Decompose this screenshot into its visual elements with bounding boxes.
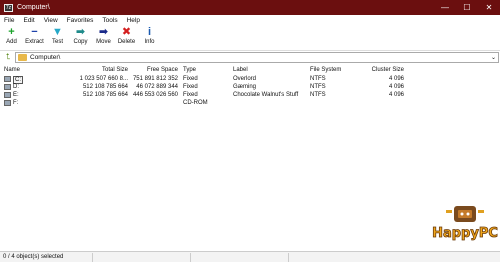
hard-drive-icon: [4, 76, 11, 82]
maximize-button[interactable]: ☐: [456, 0, 478, 15]
move-button[interactable]: ➡ Move: [92, 26, 115, 50]
delete-icon: ✖: [121, 26, 132, 38]
extract-icon: −: [31, 26, 38, 38]
delete-button[interactable]: ✖ Delete: [115, 26, 138, 50]
cell-total: 512 108 785 664: [82, 92, 128, 98]
cell-type: Fixed: [183, 76, 198, 82]
cell-cluster: 4 096: [388, 92, 404, 98]
cell-cluster: 4 096: [388, 76, 404, 82]
status-divider: [190, 253, 191, 262]
cell-free: 46 072 889 344: [136, 84, 178, 90]
cd-drive-icon: [4, 100, 11, 106]
toolbar-label: Move: [96, 39, 111, 45]
drive-list: Name Total Size Free Space Type Label Fi…: [0, 64, 500, 251]
menu-tools[interactable]: Tools: [98, 17, 122, 24]
minimize-button[interactable]: —: [434, 0, 456, 15]
toolbar-label: Info: [144, 39, 155, 45]
cell-type: CD-ROM: [183, 100, 208, 106]
toolbar-label: Delete: [117, 39, 136, 45]
cell-total: 512 108 785 664: [82, 84, 128, 90]
folder-icon: [18, 54, 27, 61]
cell-cluster: 4 096: [388, 84, 404, 90]
cell-name: D:: [13, 84, 19, 90]
menu-edit[interactable]: Edit: [19, 17, 39, 24]
copy-icon: ➡: [75, 26, 86, 38]
hard-drive-icon: [4, 84, 11, 90]
window-title: Computer\: [17, 4, 50, 11]
toolbar-label: Add: [6, 39, 17, 45]
cell-name: F:: [13, 100, 19, 106]
chevron-down-icon[interactable]: ⌄: [491, 54, 496, 61]
test-button[interactable]: ▼ Test: [46, 26, 69, 50]
window-controls: — ☐ ✕: [434, 0, 500, 15]
cell-free: 751 891 812 352: [132, 76, 178, 82]
menu-file[interactable]: File: [0, 17, 19, 24]
cell-fs: NTFS: [310, 76, 326, 82]
cell-type: Fixed: [183, 92, 198, 98]
cell-label: Overlord: [233, 76, 257, 82]
cell-total: 1 023 507 660 8...: [79, 76, 128, 82]
column-header-total-size[interactable]: Total Size: [102, 67, 128, 73]
cell-fs: NTFS: [310, 84, 326, 90]
toolbar: + Add − Extract ▼ Test ➡ Copy ➡ Move ✖ Delete i Info: [0, 26, 500, 50]
up-folder-icon[interactable]: ⮤: [3, 52, 13, 62]
list-header: Name Total Size Free Space Type Label Fi…: [0, 66, 500, 75]
move-icon: ➡: [98, 26, 109, 38]
menu-bar: File Edit View Favorites Tools Help: [0, 15, 500, 26]
toolbar-label: Extract: [25, 39, 44, 45]
column-header-cluster-size[interactable]: Cluster Size: [372, 67, 404, 73]
status-divider: [288, 253, 289, 262]
test-icon: ▼: [52, 26, 63, 38]
copy-button[interactable]: ➡ Copy: [69, 26, 92, 50]
toolbar-label: Copy: [73, 39, 88, 45]
column-header-label[interactable]: Label: [233, 67, 248, 73]
status-text: 0 / 4 object(s) selected: [3, 254, 64, 260]
address-path: Computer\: [30, 54, 61, 61]
cell-free: 446 553 026 560: [132, 92, 178, 98]
column-header-name[interactable]: Name: [4, 67, 20, 73]
toolbar-label: Test: [51, 39, 63, 45]
title-bar: 7z Computer\ — ☐ ✕: [0, 0, 500, 15]
app-icon: 7z: [4, 3, 13, 12]
address-bar: ⮤ Computer\ ⌄: [0, 50, 500, 63]
cell-type: Fixed: [183, 84, 198, 90]
menu-favorites[interactable]: Favorites: [63, 17, 99, 24]
status-bar: 0 / 4 object(s) selected: [0, 251, 500, 262]
close-button[interactable]: ✕: [478, 0, 500, 15]
info-icon: i: [147, 26, 152, 38]
cell-label: Gæming: [233, 84, 257, 90]
info-button[interactable]: i Info: [138, 26, 161, 50]
cell-label: Chocolate Walnut's Stuff: [233, 92, 299, 98]
drive-row[interactable]: F: CD-ROM: [0, 99, 500, 108]
extract-button[interactable]: − Extract: [23, 26, 46, 50]
status-divider: [92, 253, 93, 262]
watermark-logo: HappyPC: [432, 206, 498, 241]
cell-fs: NTFS: [310, 92, 326, 98]
add-button[interactable]: + Add: [0, 26, 23, 50]
menu-help[interactable]: Help: [123, 17, 145, 24]
column-header-free-space[interactable]: Free Space: [147, 67, 178, 73]
address-input[interactable]: Computer\ ⌄: [15, 52, 499, 63]
column-header-type[interactable]: Type: [183, 67, 196, 73]
menu-view[interactable]: View: [40, 17, 63, 24]
hard-drive-icon: [4, 92, 11, 98]
cell-name: E:: [13, 92, 19, 98]
watermark-text: HappyPC: [432, 226, 498, 241]
add-icon: +: [8, 26, 15, 38]
column-header-file-system[interactable]: File System: [310, 67, 341, 73]
